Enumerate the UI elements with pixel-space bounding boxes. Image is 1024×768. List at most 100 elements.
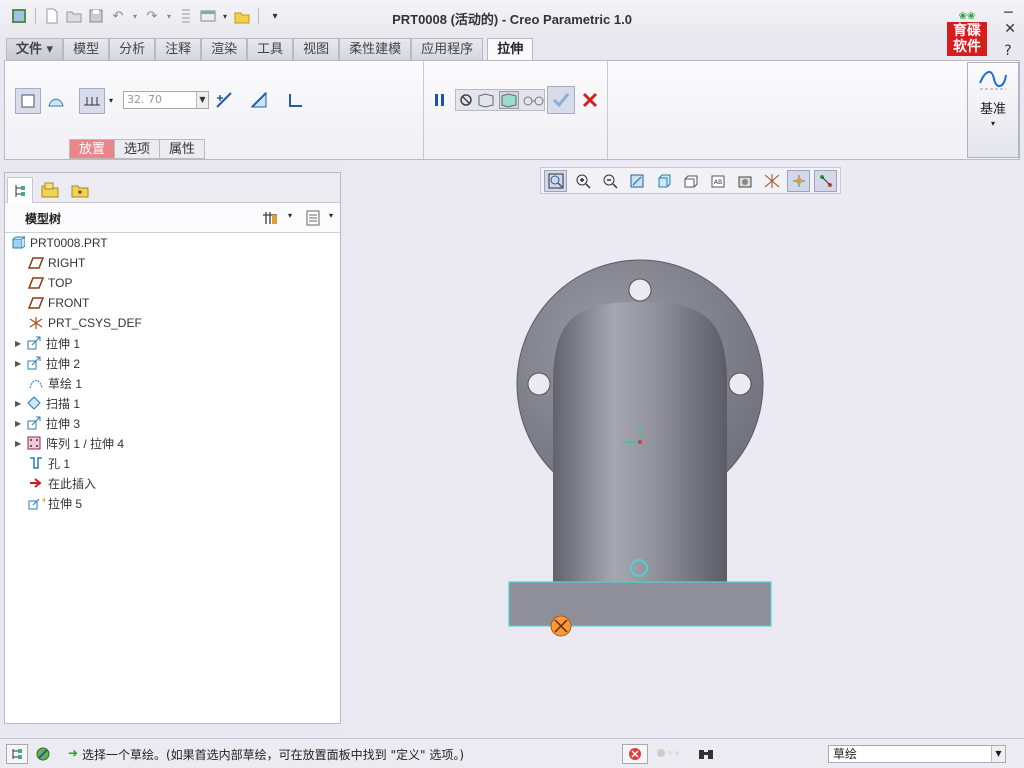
tree-node-right[interactable]: RIGHT [27,253,85,273]
tree-node-extrude-1[interactable]: ▶ 拉伸 1 [15,333,80,353]
expand-arrow-icon[interactable]: ▶ [15,359,25,368]
tree-show-icon[interactable] [305,209,321,230]
zoom-in-icon[interactable] [571,170,594,192]
tab-render[interactable]: 渲染 [201,38,248,60]
tab-analysis[interactable]: 分析 [109,38,156,60]
annotation-display-icon[interactable] [814,169,837,192]
subtab-options[interactable]: 选项 [114,139,161,159]
base-plate [508,581,772,627]
tree-node-top[interactable]: TOP [27,273,72,293]
depth-blind-icon[interactable] [79,88,105,114]
ok-check-icon[interactable] [547,86,575,114]
model-tree-panel: ✶ 模型树 ▾ ▾ PRT0008.PRT RIGHT TOP FRONT PR… [4,172,341,724]
dashboard-subtabs: 放置 选项 属性 [69,139,206,159]
depth-dropdown-icon[interactable]: ▾ [105,91,117,109]
depth-value: 32. 70 [127,93,162,106]
tree-node-csys[interactable]: PRT_CSYS_DEF [27,313,142,333]
attached-preview-icon[interactable] [477,92,495,108]
browser-toggle-icon[interactable] [32,744,54,764]
svg-text:✶: ✶ [41,496,45,505]
tab-file[interactable]: 文件 ▾ [6,38,64,60]
logo-text-top: 育碟 [953,23,981,39]
expand-arrow-icon[interactable]: ▶ [15,439,25,448]
minimize-icon[interactable]: ─ [1004,6,1016,20]
model-tree-toggle-icon[interactable] [6,744,28,764]
csys-icon [27,315,45,331]
datum-plane-icon [27,275,45,291]
depth-value-input[interactable]: 32. 70 ▼ [123,91,209,109]
cancel-x-icon[interactable] [579,89,601,111]
tree-settings-dropdown-icon[interactable]: ▾ [288,211,292,220]
graphics-window[interactable] [344,162,1024,736]
tree-node-insert-here[interactable]: 在此插入 [27,473,96,493]
tree-node-extrude-2[interactable]: ▶ 拉伸 2 [15,353,80,373]
tree-node-hole-1[interactable]: 孔 1 [27,453,70,473]
view-manager-icon[interactable]: AB [706,170,729,192]
folder-browser-tab-icon[interactable] [37,177,63,203]
tree-node-extrude-3[interactable]: ▶ 拉伸 3 [15,413,80,433]
tab-model[interactable]: 模型 [63,38,110,60]
model-viewport[interactable] [344,162,1024,736]
tab-tools[interactable]: 工具 [247,38,294,60]
tree-node-label: 孔 1 [48,456,71,471]
hole-icon [27,455,45,471]
bolt-hole [628,278,652,302]
surface-extrude-icon[interactable] [45,90,67,112]
tree-node-front[interactable]: FRONT [27,293,89,313]
spin-center-icon[interactable] [787,169,810,192]
remove-material-icon[interactable] [248,89,270,111]
datum-plane-icon [27,255,45,271]
display-style-icon[interactable] [652,170,675,192]
tab-annotate[interactable]: 注释 [155,38,202,60]
subtab-properties[interactable]: 属性 [159,139,206,159]
svg-text:AB: AB [713,179,721,186]
tree-node-extrude-5[interactable]: ✶ 拉伸 5 [27,493,82,513]
flip-direction-icon[interactable] [213,89,235,111]
datum-group[interactable]: 基准 ▾ [967,62,1019,158]
tree-node-sweep-1[interactable]: ▶ 扫描 1 [15,393,80,413]
no-preview-icon[interactable] [459,93,473,107]
tab-applications[interactable]: 应用程序 [411,38,484,60]
saved-views-icon[interactable] [679,170,702,192]
tree-node-label: TOP [48,276,73,290]
extrude-icon [25,335,43,351]
datum-display-icon[interactable] [760,170,783,192]
zoom-out-icon[interactable] [598,170,621,192]
depth-value-dropdown-icon[interactable]: ▼ [196,92,208,108]
tree-node-pattern-1[interactable]: ▶ 阵列 1 / 拉伸 4 [15,433,124,453]
tree-node-label: 在此插入 [48,476,97,491]
tree-node-part[interactable]: PRT0008.PRT [9,233,108,253]
expand-arrow-icon[interactable]: ▶ [15,339,25,348]
model-tree-tab-icon[interactable] [7,177,33,203]
sweep-icon [25,395,43,411]
close-icon[interactable]: ✕ [1004,22,1016,36]
detached-preview-icon[interactable] [499,91,519,109]
repaint-icon[interactable] [625,170,648,192]
tree-node-label: 阵列 1 / 拉伸 4 [46,436,125,451]
favorites-tab-icon[interactable]: ✶ [67,177,93,203]
refit-icon[interactable] [544,169,567,192]
find-icon[interactable] [696,745,716,763]
subtab-placement[interactable]: 放置 [69,139,116,159]
tree-node-sketch-1[interactable]: 草绘 1 [27,373,82,393]
expand-arrow-icon[interactable]: ▶ [15,419,25,428]
datum-dropdown-icon[interactable]: ▾ [968,119,1018,128]
pause-icon[interactable] [429,89,451,111]
tab-flexible-modeling[interactable]: 柔性建模 [339,38,412,60]
datum-plane-icon [27,295,45,311]
tree-show-dropdown-icon[interactable]: ▾ [329,211,333,220]
perspective-icon[interactable] [733,170,756,192]
solid-extrude-icon[interactable] [15,88,41,114]
verify-glasses-icon[interactable] [521,89,547,111]
help-icon[interactable]: ? [1004,44,1016,58]
tab-view[interactable]: 视图 [293,38,340,60]
tree-settings-icon[interactable] [261,209,279,230]
selection-filter-dropdown-icon[interactable]: ▼ [991,746,1005,762]
tree-node-label: 草绘 1 [48,376,83,391]
expand-arrow-icon[interactable]: ▶ [15,399,25,408]
selection-filter-select[interactable]: 草绘 ▼ [828,745,1006,763]
tree-node-label: 拉伸 5 [48,496,83,511]
tab-extrude[interactable]: 拉伸 [487,38,534,61]
thicken-sketch-icon[interactable] [285,89,307,111]
stop-regen-icon[interactable] [622,744,648,764]
